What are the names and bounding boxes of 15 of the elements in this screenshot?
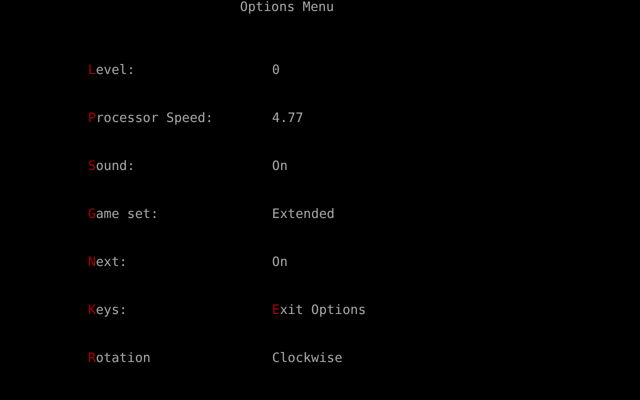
option-label[interactable]: Next: [88,255,272,271]
option-value[interactable]: 0 [272,63,280,79]
option-label[interactable]: Level: [88,63,272,79]
menu-title: Options Menu [240,0,334,15]
option-value[interactable]: Extended [272,207,335,223]
option-label[interactable]: Keys: [88,303,272,319]
option-label[interactable]: Game set: [88,207,272,223]
option-value[interactable]: On [272,159,288,175]
option-value[interactable]: Clockwise [272,351,342,367]
option-value[interactable]: 4.77 [272,111,304,127]
option-value[interactable]: Exit Options [272,303,366,319]
option-label[interactable]: Processor Speed: [88,111,272,127]
option-label[interactable]: Sound: [88,159,272,175]
option-value[interactable]: On [272,255,288,271]
option-label[interactable]: Rotation [88,351,272,367]
